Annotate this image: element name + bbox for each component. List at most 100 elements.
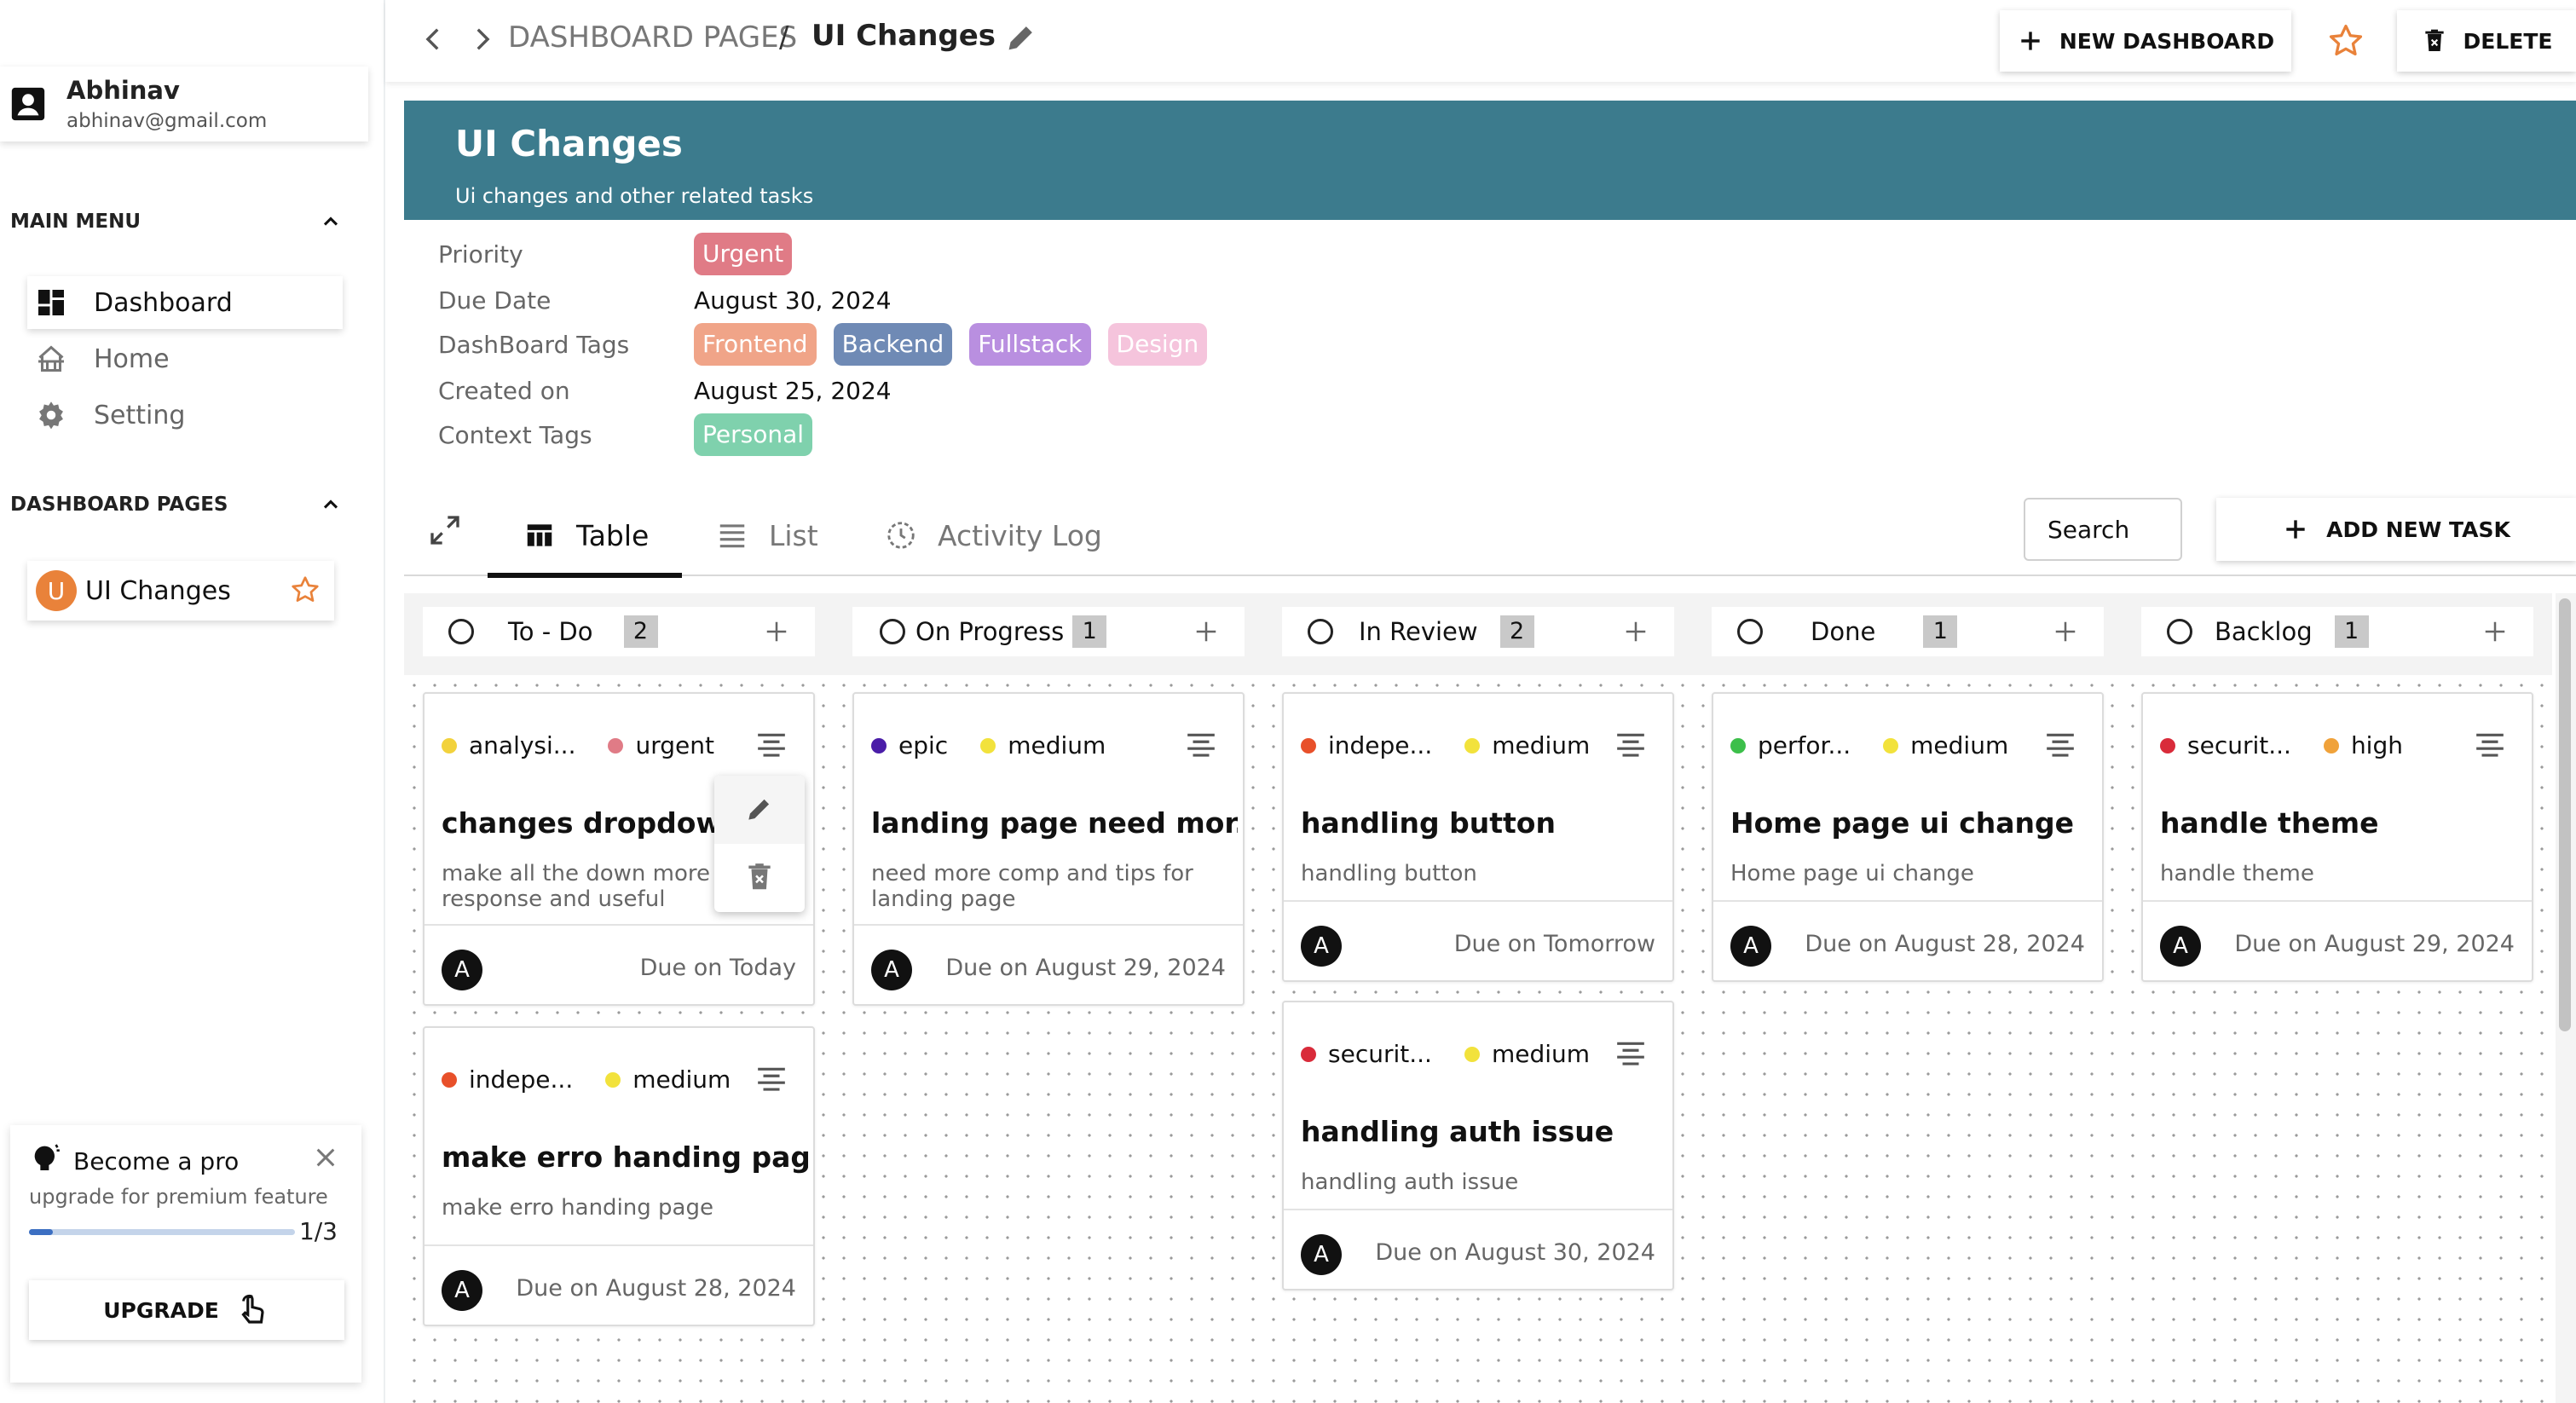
due-date: Due on Tomorrow bbox=[1453, 931, 1655, 957]
user-card[interactable]: Abhinav abhinav@gmail.com bbox=[0, 66, 368, 141]
tag-chip-fullstack[interactable]: Fullstack bbox=[969, 323, 1091, 366]
tag-dot bbox=[2160, 737, 2175, 753]
sidebar-item-setting[interactable]: Setting bbox=[27, 389, 343, 442]
list-icon bbox=[719, 524, 745, 548]
dashboard-pages-header[interactable]: DASHBOARD PAGES bbox=[10, 493, 343, 517]
page-avatar: U bbox=[36, 570, 77, 611]
detail-label: Priority bbox=[438, 240, 523, 268]
table-icon bbox=[527, 524, 552, 546]
tag-chip-frontend[interactable]: Frontend bbox=[694, 323, 817, 366]
card-menu-icon[interactable] bbox=[755, 1065, 788, 1094]
add-task-plus-icon[interactable] bbox=[2053, 619, 2078, 644]
add-task-plus-icon[interactable] bbox=[1193, 619, 1219, 644]
task-card[interactable]: securit... medium handling auth issue ha… bbox=[1282, 1001, 1674, 1290]
card-menu-icon[interactable] bbox=[755, 731, 788, 760]
tag-label: medium bbox=[1910, 731, 2009, 759]
pencil-icon[interactable] bbox=[1004, 20, 1038, 55]
task-card[interactable]: securit... high handle theme handle them… bbox=[2141, 692, 2533, 982]
close-icon[interactable] bbox=[312, 1144, 339, 1171]
sidebar-page-ui-changes[interactable]: U UI Changes bbox=[27, 561, 334, 621]
card-menu-icon[interactable] bbox=[1614, 731, 1647, 760]
main-menu-header[interactable]: MAIN MENU bbox=[10, 210, 343, 234]
card-menu-icon[interactable] bbox=[1614, 1040, 1647, 1069]
edit-pencil-icon[interactable] bbox=[743, 793, 776, 825]
breadcrumb-root[interactable]: DASHBOARD PAGES bbox=[508, 20, 797, 55]
column-header-on-progress[interactable]: On Progress 1 bbox=[852, 607, 1245, 656]
user-name: Abhinav bbox=[66, 76, 180, 105]
due-date: Due on August 28, 2024 bbox=[516, 1275, 796, 1302]
expand-icon[interactable] bbox=[428, 513, 462, 547]
scroll-thumb[interactable] bbox=[2559, 598, 2571, 1031]
avatar[interactable]: A bbox=[871, 950, 912, 990]
sidebar-item-home[interactable]: Home bbox=[27, 332, 343, 385]
card-tags: indepe... medium bbox=[442, 1065, 763, 1094]
card-title: Home page ui change bbox=[1730, 806, 2075, 840]
pointer-hand-icon bbox=[241, 1294, 264, 1324]
tab-table[interactable]: Table bbox=[523, 494, 649, 576]
add-task-plus-icon[interactable] bbox=[2482, 619, 2508, 644]
card-tags: perfor... medium bbox=[1730, 731, 2041, 759]
tag-dot bbox=[980, 737, 996, 753]
card-tags: indepe... medium bbox=[1301, 731, 1622, 759]
card-menu-icon[interactable] bbox=[2044, 731, 2076, 760]
tag-chip-design[interactable]: Design bbox=[1107, 323, 1208, 366]
forward-arrow-icon[interactable] bbox=[467, 22, 496, 56]
search-button[interactable]: Search bbox=[2024, 498, 2182, 561]
back-arrow-icon[interactable] bbox=[419, 22, 448, 56]
add-new-task-button[interactable]: ADD NEW TASK bbox=[2216, 498, 2576, 561]
column-count: 1 bbox=[1923, 615, 1958, 648]
avatar[interactable]: A bbox=[442, 950, 482, 990]
new-dashboard-button[interactable]: NEW DASHBOARD bbox=[2000, 10, 2291, 72]
detail-context-tags: Context Tags Personal bbox=[438, 413, 829, 457]
tag-label: perfor... bbox=[1758, 731, 1851, 759]
tag-dot bbox=[1464, 737, 1481, 753]
tab-activity-log[interactable]: Activity Log bbox=[885, 494, 1102, 576]
task-card[interactable]: epic medium landing page need mor... nee… bbox=[852, 692, 1245, 1006]
card-description: make all the down more response and usef… bbox=[442, 861, 710, 912]
delete-trash-icon[interactable] bbox=[743, 861, 776, 893]
dashboard-banner: UI Changes Ui changes and other related … bbox=[404, 101, 2576, 220]
chevron-up-icon[interactable] bbox=[319, 493, 343, 517]
tag-label: analysi... bbox=[469, 731, 576, 759]
tag-chip-backend[interactable]: Backend bbox=[833, 323, 953, 366]
sidebar-item-dashboard[interactable]: Dashboard bbox=[27, 276, 343, 329]
delete-button[interactable]: DELETE bbox=[2397, 10, 2576, 72]
column-header-todo[interactable]: To - Do 2 bbox=[423, 607, 815, 656]
add-task-plus-icon[interactable] bbox=[764, 619, 789, 644]
due-date-value: August 30, 2024 bbox=[694, 286, 892, 315]
star-icon[interactable] bbox=[2327, 22, 2365, 60]
card-tags: securit... medium bbox=[1301, 1040, 1622, 1068]
task-card[interactable]: perfor... medium Home page ui change Hom… bbox=[1712, 692, 2104, 982]
chevron-up-icon[interactable] bbox=[319, 210, 343, 234]
task-card[interactable]: indepe... medium make erro handing page … bbox=[423, 1026, 815, 1326]
context-chip-personal[interactable]: Personal bbox=[694, 413, 813, 456]
add-task-plus-icon[interactable] bbox=[1623, 619, 1649, 644]
card-footer: A Due on August 28, 2024 bbox=[425, 1244, 813, 1326]
column-header-done[interactable]: Done 1 bbox=[1712, 607, 2104, 656]
tag-dot bbox=[1301, 737, 1316, 753]
circle-icon bbox=[448, 619, 474, 644]
avatar[interactable]: A bbox=[1730, 926, 1771, 967]
tag-label: medium bbox=[1492, 731, 1591, 759]
board-scrollbar[interactable] bbox=[2556, 593, 2576, 1403]
card-title: make erro handing page bbox=[442, 1140, 808, 1174]
active-tab-indicator bbox=[488, 573, 682, 578]
column-header-in-review[interactable]: In Review 2 bbox=[1282, 607, 1674, 656]
tag-label: high bbox=[2350, 731, 2403, 759]
avatar[interactable]: A bbox=[1301, 1234, 1342, 1275]
upgrade-button[interactable]: UPGRADE bbox=[29, 1280, 344, 1340]
avatar[interactable]: A bbox=[442, 1270, 482, 1311]
card-menu-icon[interactable] bbox=[1185, 731, 1217, 760]
star-icon[interactable] bbox=[290, 574, 321, 605]
tag-label: urgent bbox=[635, 731, 714, 759]
column-header-backlog[interactable]: Backlog 1 bbox=[2141, 607, 2533, 656]
tab-list[interactable]: List bbox=[716, 494, 818, 576]
column-name: To - Do bbox=[508, 617, 593, 646]
priority-chip[interactable]: Urgent bbox=[694, 233, 793, 275]
card-menu-icon[interactable] bbox=[2474, 731, 2506, 760]
task-card[interactable]: indepe... medium handling button handlin… bbox=[1282, 692, 1674, 982]
avatar[interactable]: A bbox=[2160, 926, 2201, 967]
card-description: handling auth issue bbox=[1301, 1169, 1519, 1195]
avatar[interactable]: A bbox=[1301, 926, 1342, 967]
tag-label: securit... bbox=[1328, 1040, 1432, 1068]
